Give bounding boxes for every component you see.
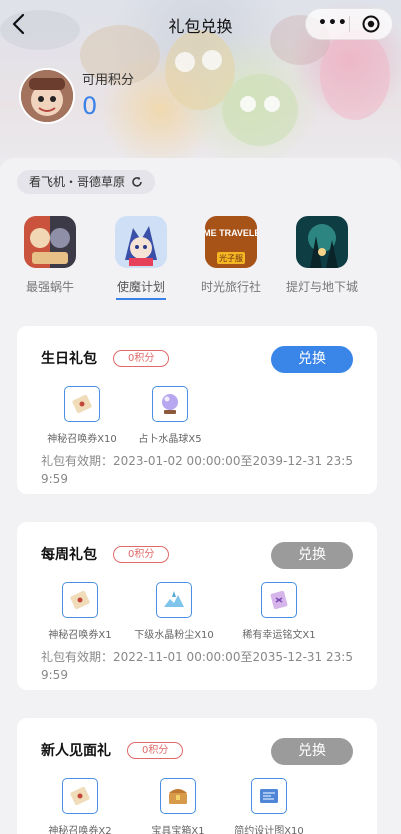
item-name: 简约设计图X10 [234, 826, 304, 834]
game-icon: TIME TRAVELER 光子服 [205, 216, 257, 268]
capsule-divider [349, 16, 350, 32]
game-tab-shiguanglvxingshe[interactable]: TIME TRAVELER 光子服 时光旅行社 [186, 216, 276, 295]
points-pill: 0积分 [127, 742, 184, 759]
treasure-chest-icon [160, 778, 196, 814]
channel-tag[interactable]: 看飞机・哥德草原 [17, 170, 156, 194]
pack-title: 每周礼包 [41, 547, 97, 563]
close-miniprogram-icon[interactable] [362, 15, 380, 33]
channel-tag-label: 看飞机・哥德草原 [29, 175, 126, 189]
game-list: 最强蜗牛 使魔计划 TIME TRAVELER [0, 216, 401, 306]
pack-item[interactable]: 神秘召唤券X1 [35, 582, 125, 641]
pack-card: 每周礼包 0积分 兑换 神秘召唤券X1 下级水晶粉尘X10 稀有幸运铭文X1 礼… [17, 522, 377, 690]
pack-title: 新人见面礼 [41, 743, 111, 759]
pack-item[interactable]: 占卜水晶球X5 [125, 386, 215, 445]
pack-item[interactable]: 简约设计图X10 [219, 778, 319, 834]
rune-icon [261, 582, 297, 618]
refresh-icon[interactable] [131, 176, 143, 188]
avatar[interactable] [19, 68, 75, 124]
miniprogram-capsule: ••• [305, 8, 393, 40]
avatar-image [21, 70, 73, 122]
validity-text: 礼包有效期：2022-11-01 00:00:00至2035-12-31 23:… [41, 650, 353, 682]
item-name: 稀有幸运铭文X1 [242, 630, 316, 641]
redeem-button[interactable]: 兑换 [271, 346, 353, 373]
crystal-ball-icon [152, 386, 188, 422]
item-name: 神秘召唤券X1 [48, 630, 112, 641]
game-tab-shimojihua[interactable]: 使魔计划 [96, 216, 186, 295]
game-tab-zuiqiangwoniu[interactable]: 最强蜗牛 [5, 216, 95, 295]
game-name: 最强蜗牛 [25, 280, 74, 294]
points-pill: 0积分 [113, 350, 170, 367]
scroll-icon [64, 386, 100, 422]
navigation-bar: 礼包兑换 ••• [0, 0, 401, 48]
pack-title: 生日礼包 [41, 351, 97, 367]
validity-text: 礼包有效期：2023-01-02 00:00:00至2039-12-31 23:… [41, 454, 353, 486]
pack-item[interactable]: 宝具宝箱X1 [133, 778, 223, 834]
item-name: 神秘召唤券X2 [48, 826, 112, 834]
svg-text:光子服: 光子服 [219, 253, 243, 263]
pack-item[interactable]: 下级水晶粉尘X10 [127, 582, 221, 641]
points-label: 可用积分 [82, 73, 135, 88]
main-panel: 看飞机・哥德草原 最强蜗牛 使魔计划 ME TRAVEL 光子服 时光旅行社 提… [0, 158, 401, 834]
scroll-icon [62, 778, 98, 814]
svg-text:TIME TRAVELER: TIME TRAVELER [205, 228, 257, 238]
redeem-button[interactable]: 兑换 [271, 542, 353, 569]
game-name: 使魔计划 [116, 280, 165, 294]
crystal-dust-icon [156, 582, 192, 618]
game-name: 时光旅行社 [200, 280, 261, 294]
game-name: 提灯与地下城 [285, 280, 358, 294]
item-name: 神秘召唤券X10 [47, 434, 117, 445]
points-pill: 0积分 [113, 546, 170, 563]
pack-item[interactable]: 神秘召唤券X2 [35, 778, 125, 834]
item-name: 宝具宝箱X1 [151, 826, 205, 834]
pack-card: 新人见面礼 0积分 兑换 神秘召唤券X2 宝具宝箱X1 简约设计图X10 [17, 718, 377, 834]
game-icon [24, 216, 76, 268]
more-icon[interactable]: ••• [318, 15, 348, 31]
pack-item[interactable]: 稀有幸运铭文X1 [231, 582, 327, 641]
pack-card: 生日礼包 0积分 兑换 神秘召唤券X10 占卜水晶球X5 礼包有效期：2023-… [17, 326, 377, 494]
game-tab-tidengyudixiacheng[interactable]: 提灯与地下城 [277, 216, 367, 295]
points-value: 0 [82, 92, 98, 120]
scroll-icon [62, 582, 98, 618]
game-icon [115, 216, 167, 268]
redeem-button[interactable]: 兑换 [271, 738, 353, 765]
active-tab-indicator [116, 298, 166, 300]
pack-item[interactable]: 神秘召唤券X10 [37, 386, 127, 445]
item-name: 占卜水晶球X5 [138, 434, 202, 445]
blueprint-icon [251, 778, 287, 814]
item-name: 下级水晶粉尘X10 [134, 630, 214, 641]
game-icon [296, 216, 348, 268]
